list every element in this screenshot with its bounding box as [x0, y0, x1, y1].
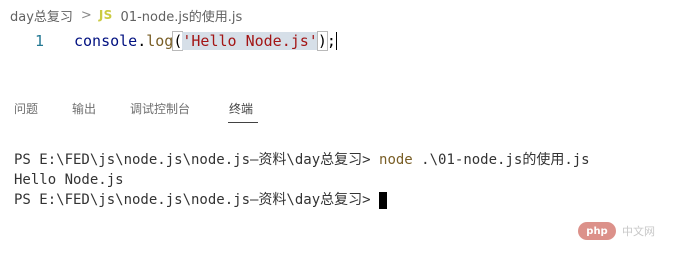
- terminal-prompt: PS E:\FED\js\node.js\node.js—资料\day总复习>: [14, 152, 371, 168]
- breadcrumb-file[interactable]: 01-node.js的使用.js: [121, 6, 243, 25]
- php-logo: php: [578, 222, 616, 240]
- terminal-line: PS E:\FED\js\node.js\node.js—资料\day总复习> …: [14, 150, 590, 170]
- code-string-selected: 'Hello Node.js': [182, 32, 318, 50]
- terminal-line: PS E:\FED\js\node.js\node.js—资料\day总复习>: [14, 190, 590, 210]
- watermark: php 中文网: [578, 222, 655, 240]
- active-tab-indicator: [228, 122, 258, 123]
- breadcrumb-folder[interactable]: day总复习: [10, 6, 73, 25]
- tab-output[interactable]: 输出: [72, 98, 96, 122]
- terminal-command: node: [379, 152, 413, 168]
- terminal-prompt: PS E:\FED\js\node.js\node.js—资料\day总复习>: [14, 192, 371, 208]
- tab-debug-console[interactable]: 调试控制台: [130, 98, 190, 122]
- code-line[interactable]: console. log('Hello Node.js');: [74, 31, 337, 51]
- tab-terminal[interactable]: 终端: [229, 98, 253, 122]
- chevron-right-icon: >: [80, 7, 92, 23]
- line-number: 1: [34, 32, 44, 50]
- javascript-file-icon: JS: [98, 8, 113, 22]
- vscode-window: day总复习 > JS 01-node.js的使用.js 1 console. l…: [0, 0, 682, 262]
- code-semicolon: ;: [326, 32, 336, 50]
- terminal-command-arg: .\01-node.js的使用.js: [421, 152, 590, 168]
- breadcrumb: day总复习 > JS 01-node.js的使用.js: [10, 6, 243, 25]
- code-method: log: [146, 32, 174, 50]
- watermark-text: 中文网: [622, 225, 655, 238]
- terminal-cursor: [378, 191, 387, 209]
- code-dot: .: [137, 32, 147, 50]
- text-cursor: [335, 32, 337, 50]
- panel-tabs: 问题 输出 调试控制台 终端: [0, 98, 682, 126]
- tab-problems[interactable]: 问题: [14, 98, 38, 122]
- code-close-paren: ): [316, 31, 328, 51]
- code-object: console: [74, 32, 138, 50]
- editor-line-1[interactable]: 1 console. log('Hello Node.js');: [0, 30, 682, 52]
- terminal-output: Hello Node.js: [14, 172, 124, 188]
- terminal-output-line: Hello Node.js: [14, 170, 590, 190]
- terminal[interactable]: PS E:\FED\js\node.js\node.js—资料\day总复习> …: [14, 150, 590, 210]
- code-open-paren: (: [172, 31, 184, 51]
